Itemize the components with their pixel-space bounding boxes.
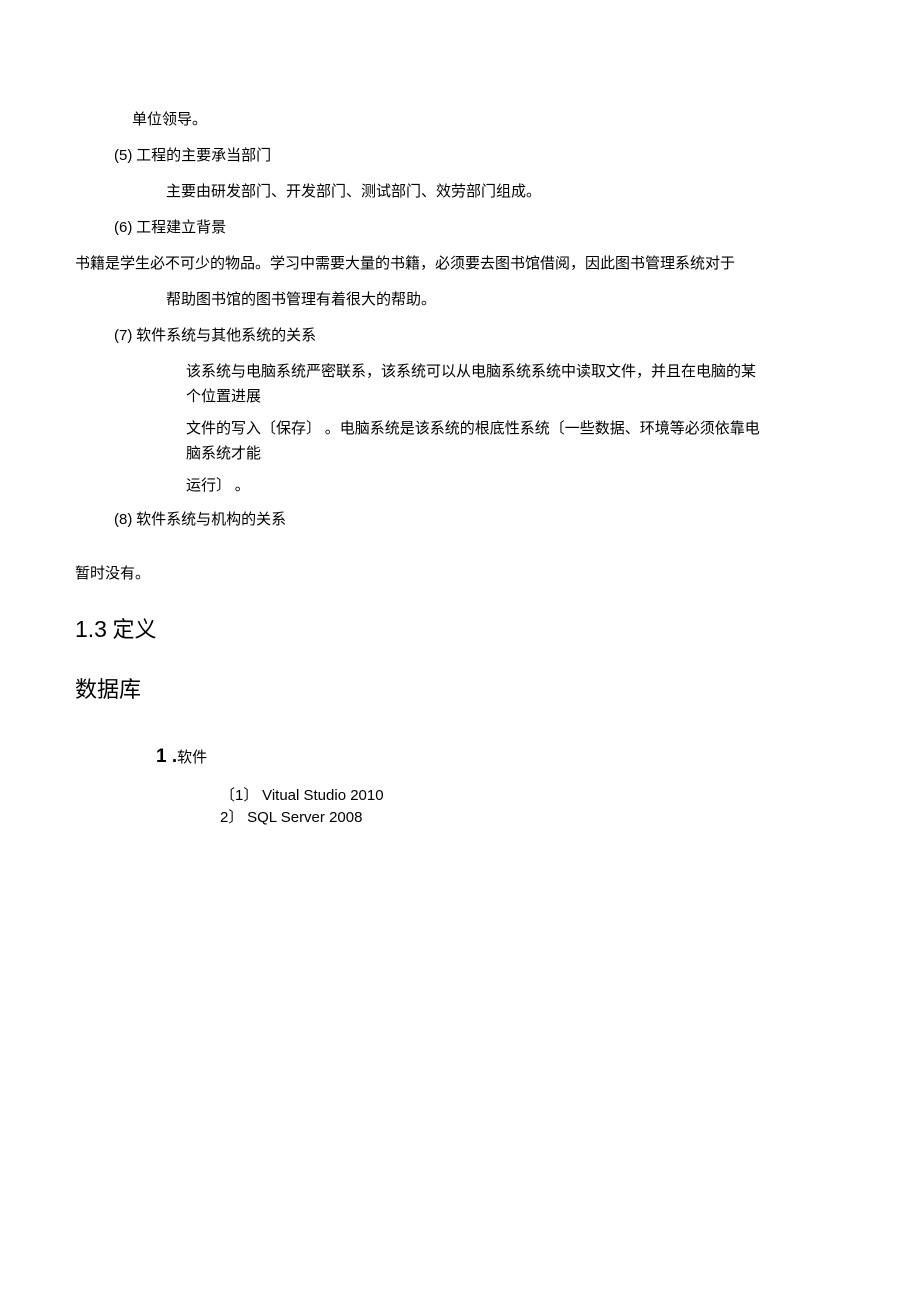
list-item-8: (8) 软件系统与机构的关系: [0, 508, 920, 532]
heading-database: 数据库: [0, 672, 920, 707]
paragraph-no-temp: 暂时没有。: [0, 562, 920, 586]
paragraph-unit-leader: 单位领导。: [0, 108, 920, 132]
software-item-1-num: 〔1〕: [220, 787, 258, 804]
list-num-8: (8): [114, 511, 132, 528]
body-6a: 书籍是学生必不可少的物品。学习中需要大量的书籍，必须要去图书馆借阅，因此图书管理…: [0, 252, 920, 278]
body-6b: 帮助图书馆的图书管理有着很大的帮助。: [0, 288, 920, 312]
list-title-5: 工程的主要承当部门: [136, 148, 271, 164]
body-7b: 文件的写入〔保存〕 。电脑系统是该系统的根底性系统〔一些数据、环境等必须依靠电脑…: [0, 417, 920, 468]
software-list: 〔1〕 Vitual Studio 2010 2〕 SQL Server 200…: [0, 785, 920, 830]
list-num-5: (5): [114, 147, 132, 164]
heading-1-3-text: 定义: [112, 617, 156, 642]
list-item-5: (5) 工程的主要承当部门: [0, 144, 920, 168]
list-title-7: 软件系统与其他系统的关系: [136, 328, 316, 344]
body-7a: 该系统与电脑系统严密联系，该系统可以从电脑系统系统中读取文件，并且在电脑的某个位…: [0, 360, 920, 411]
heading-1-3: 1.3 定义: [0, 611, 920, 648]
software-item-1-text: Vitual Studio 2010: [262, 787, 384, 804]
list-title-6: 工程建立背景: [136, 220, 226, 236]
list-num-6: (6): [114, 219, 132, 236]
software-list-item-2: 2〕 SQL Server 2008: [220, 807, 920, 830]
software-list-item-1: 〔1〕 Vitual Studio 2010: [220, 785, 920, 808]
software-num: 1 .: [156, 746, 177, 767]
software-heading: 1 .软件: [0, 742, 920, 772]
list-item-6: (6) 工程建立背景: [0, 216, 920, 240]
body-5: 主要由研发部门、开发部门、测试部门、效劳部门组成。: [0, 180, 920, 204]
list-num-7: (7): [114, 327, 132, 344]
software-item-2-text: SQL Server 2008: [247, 809, 362, 826]
software-label: 软件: [177, 750, 207, 766]
body-7c: 运行〕 。: [0, 474, 920, 498]
heading-1-3-num: 1.3: [75, 616, 107, 642]
software-item-2-num: 2〕: [220, 809, 243, 826]
list-title-8: 软件系统与机构的关系: [136, 512, 286, 528]
list-item-7: (7) 软件系统与其他系统的关系: [0, 324, 920, 348]
